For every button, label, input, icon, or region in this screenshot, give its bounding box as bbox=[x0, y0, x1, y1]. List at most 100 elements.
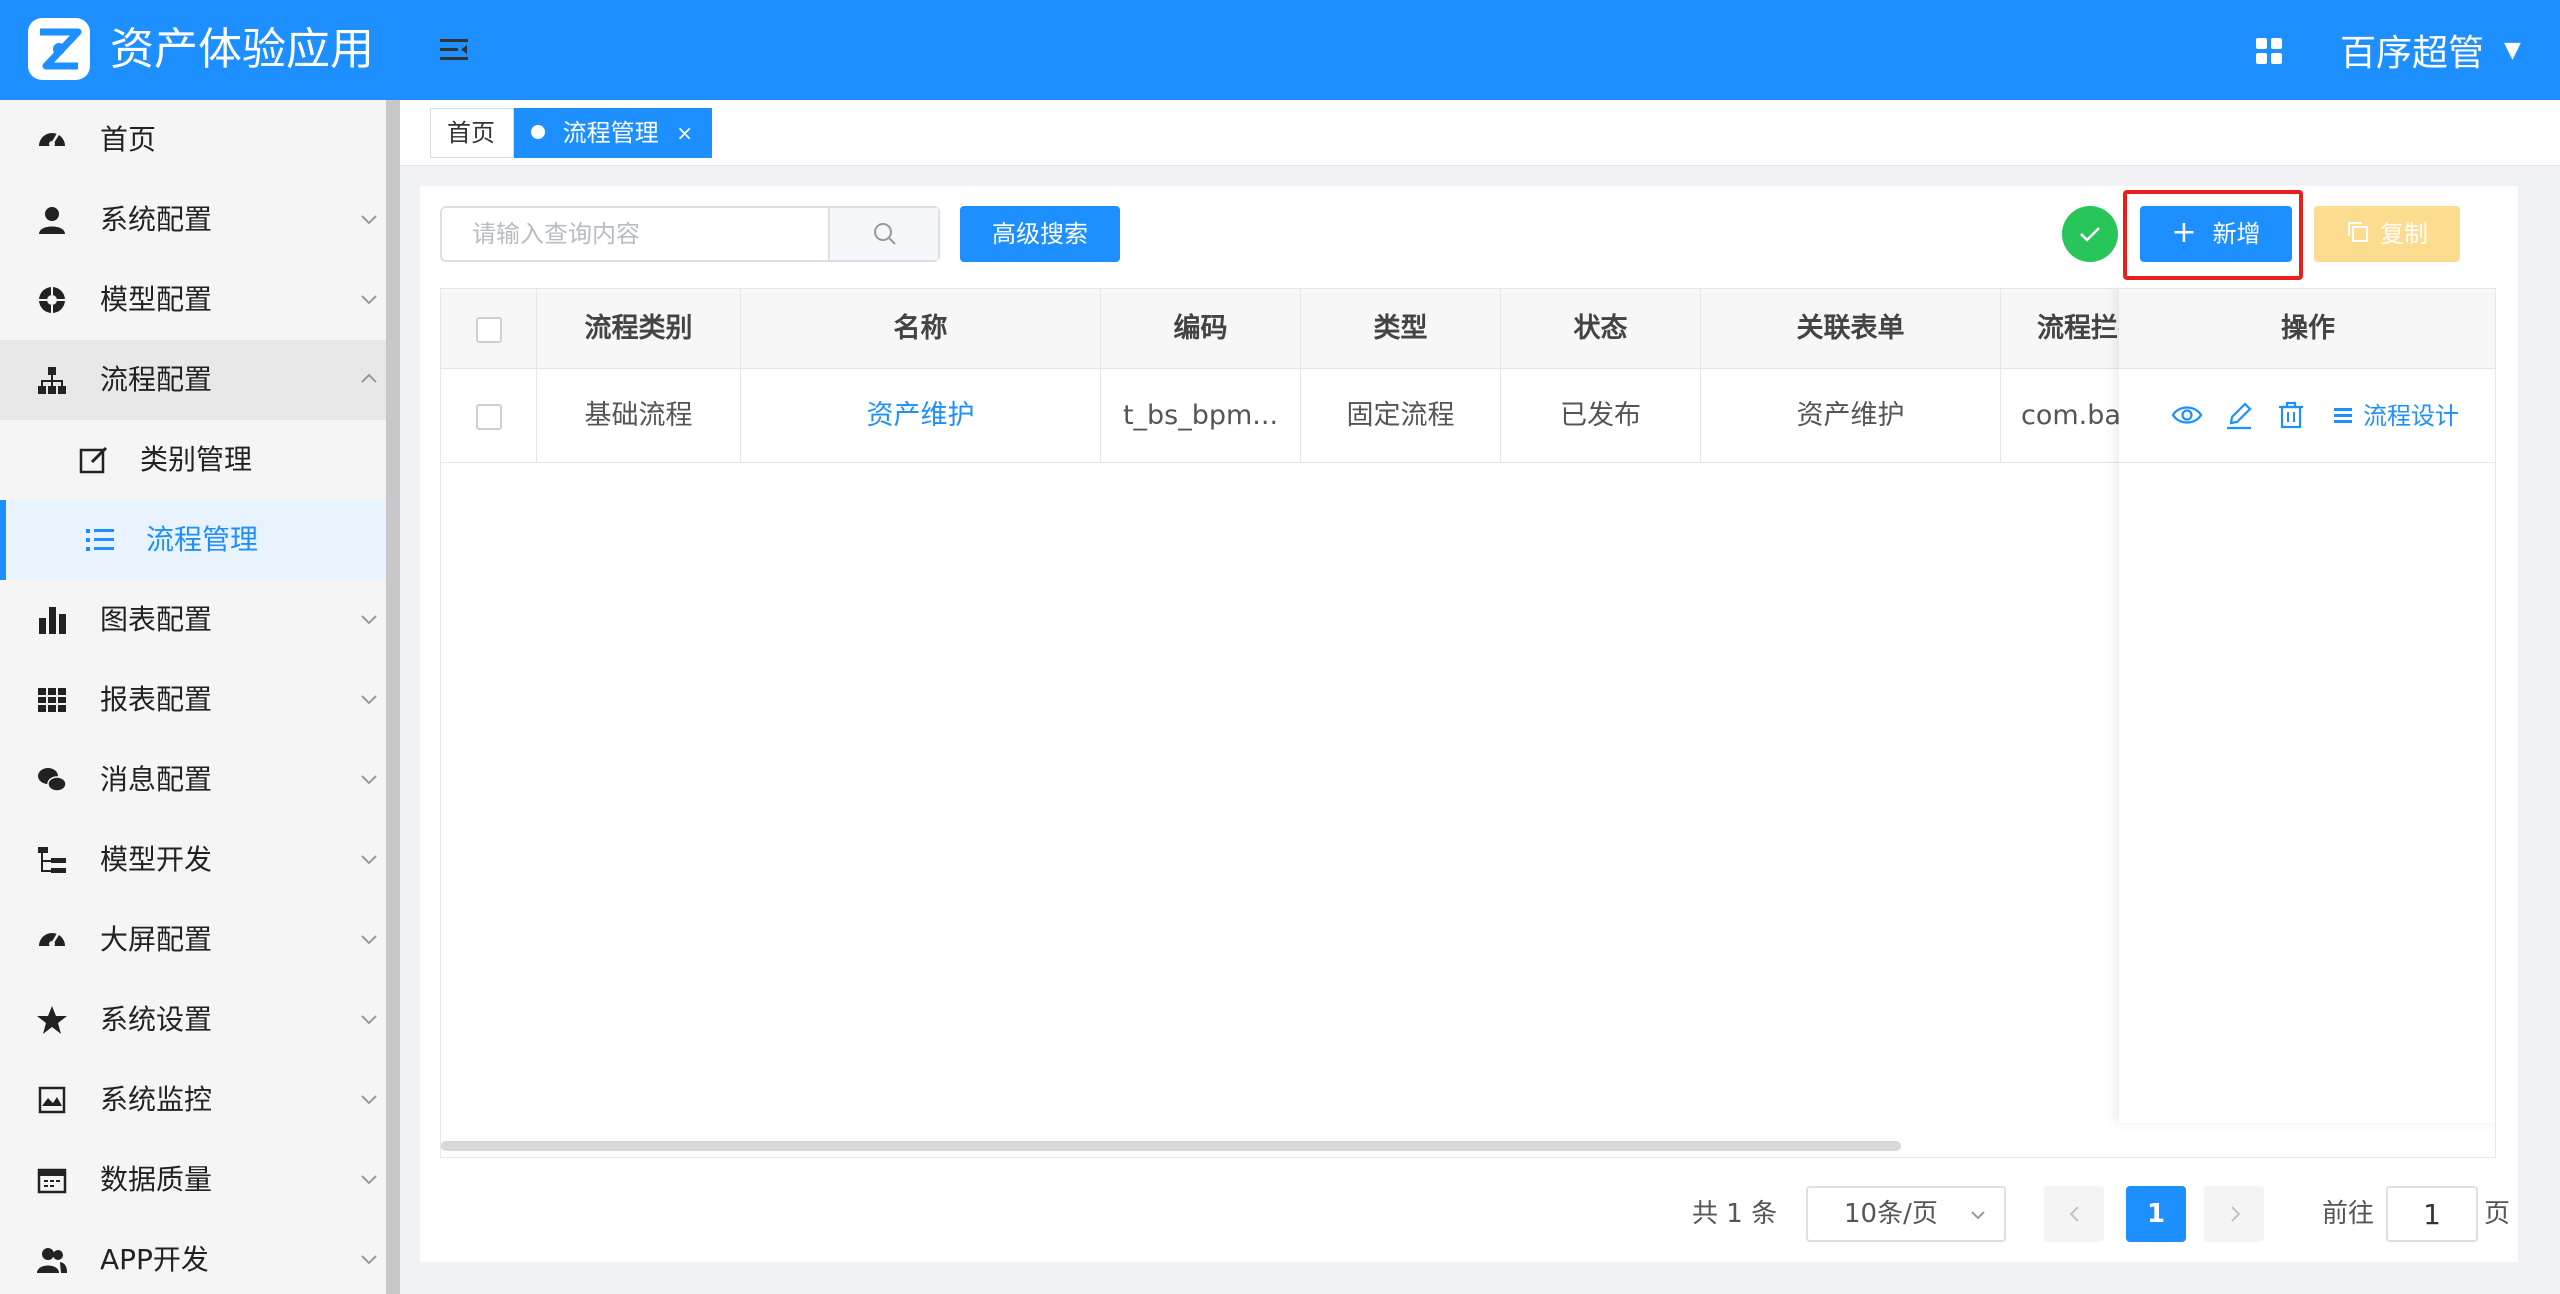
list-icon bbox=[86, 529, 114, 551]
chevron-up-icon bbox=[361, 373, 377, 383]
goto-label: 前往 bbox=[2322, 1199, 2375, 1229]
table-horizontal-scrollbar[interactable] bbox=[441, 1141, 1901, 1151]
column-header[interactable]: 流程类别 bbox=[537, 289, 741, 369]
sidebar-item-process-config[interactable]: 流程配置 bbox=[0, 340, 386, 420]
page-size-value: 10条/页 bbox=[1844, 1199, 1938, 1229]
sidebar-item-model-dev[interactable]: 模型开发 bbox=[0, 820, 386, 900]
sidebar-item-label: 报表配置 bbox=[100, 683, 213, 716]
chevron-down-icon bbox=[1971, 1211, 1985, 1220]
top-header: 资产体验应用 百序超管 ▼ bbox=[0, 0, 2560, 100]
dashboard-icon bbox=[39, 133, 65, 147]
chevron-down-icon bbox=[361, 1095, 377, 1105]
chevron-left-icon bbox=[2069, 1206, 2079, 1222]
goto-page-input[interactable] bbox=[2386, 1186, 2478, 1242]
copy-button-label: 复制 bbox=[2380, 220, 2428, 248]
chevron-down-icon bbox=[361, 695, 377, 705]
monitor-icon bbox=[38, 1086, 66, 1114]
sidebar-item-message-config[interactable]: 消息配置 bbox=[0, 740, 386, 820]
check-icon bbox=[2080, 227, 2100, 242]
sidebar-item-report-config[interactable]: 报表配置 bbox=[0, 660, 386, 740]
pagination-total: 共 1 条 bbox=[1692, 1199, 1778, 1229]
sidebar-item-label: 系统配置 bbox=[100, 203, 213, 236]
page-number-current[interactable]: 1 bbox=[2126, 1186, 2186, 1242]
chevron-down-icon bbox=[361, 1175, 377, 1185]
sidebar-item-bigscreen-config[interactable]: 大屏配置 bbox=[0, 900, 386, 980]
view-icon[interactable] bbox=[2171, 399, 2203, 431]
sidebar-item-label: 数据质量 bbox=[100, 1163, 213, 1196]
tab-label: 流程管理 bbox=[562, 119, 659, 147]
tabs-bar: 首页 流程管理 × bbox=[400, 100, 2560, 166]
sidebar-item-system-monitor[interactable]: 系统监控 bbox=[0, 1060, 386, 1140]
cell-status: 已发布 bbox=[1501, 369, 1701, 463]
active-dot-icon bbox=[531, 125, 545, 139]
sidebar-item-label: 流程管理 bbox=[146, 523, 259, 556]
select-all-cell bbox=[441, 289, 537, 369]
sidebar-item-label: APP开发 bbox=[100, 1243, 209, 1276]
sidebar-item-label: 大屏配置 bbox=[100, 923, 213, 956]
copy-button[interactable]: 复制 bbox=[2314, 206, 2460, 262]
sidebar-item-label: 流程配置 bbox=[100, 363, 213, 396]
search-button[interactable] bbox=[828, 208, 938, 260]
chevron-down-icon bbox=[361, 855, 377, 865]
chevron-down-icon bbox=[361, 295, 377, 305]
column-header[interactable]: 类型 bbox=[1301, 289, 1501, 369]
column-header[interactable]: 名称 bbox=[741, 289, 1101, 369]
sidebar-item-system-config[interactable]: 系统配置 bbox=[0, 180, 386, 260]
cell-name-link[interactable]: 资产维护 bbox=[741, 369, 1101, 463]
confirm-check-button[interactable] bbox=[2062, 206, 2118, 262]
tab-process-management[interactable]: 流程管理 × bbox=[514, 108, 712, 158]
sidebar-collapse-icon[interactable] bbox=[436, 32, 472, 68]
apps-grid-icon[interactable] bbox=[2254, 36, 2284, 66]
process-design-link[interactable]: 流程设计 bbox=[2333, 369, 2459, 463]
sidebar-item-process-management[interactable]: 流程管理 bbox=[0, 500, 386, 580]
sidebar-item-system-settings[interactable]: 系统设置 bbox=[0, 980, 386, 1060]
sidebar-item-app-dev[interactable]: APP开发 bbox=[0, 1220, 386, 1294]
chevron-down-icon bbox=[361, 1255, 377, 1265]
chevron-down-icon bbox=[361, 775, 377, 785]
copy-icon bbox=[2348, 222, 2368, 242]
search-input[interactable] bbox=[442, 208, 828, 260]
user-icon bbox=[39, 207, 65, 234]
prev-page-button[interactable] bbox=[2044, 1186, 2104, 1242]
column-header: 操作 bbox=[2119, 289, 2495, 369]
next-page-button[interactable] bbox=[2204, 1186, 2264, 1242]
sidebar-scrollbar[interactable] bbox=[386, 100, 400, 1294]
page-size-select[interactable]: 10条/页 bbox=[1806, 1186, 2006, 1242]
operations-cell: 流程设计 bbox=[2119, 369, 2495, 463]
close-icon[interactable]: × bbox=[676, 109, 693, 157]
sidebar-item-model-config[interactable]: 模型配置 bbox=[0, 260, 386, 340]
row-checkbox[interactable] bbox=[475, 403, 502, 430]
sidebar-item-label: 首页 bbox=[100, 123, 157, 156]
caret-down-icon: ▼ bbox=[2504, 37, 2521, 63]
sidebar-item-label: 图表配置 bbox=[100, 603, 213, 636]
column-header[interactable]: 关联表单 bbox=[1701, 289, 2001, 369]
column-header[interactable]: 编码 bbox=[1101, 289, 1301, 369]
calendar-icon bbox=[37, 1168, 67, 1194]
sidebar-item-label: 系统监控 bbox=[100, 1083, 213, 1116]
chevron-right-icon bbox=[2231, 1206, 2241, 1222]
sidebar-item-data-quality[interactable]: 数据质量 bbox=[0, 1140, 386, 1220]
add-button[interactable]: + 新增 bbox=[2140, 206, 2292, 262]
sidebar-item-home[interactable]: 首页 bbox=[0, 100, 386, 180]
tab-home[interactable]: 首页 bbox=[430, 108, 514, 158]
sidebar-item-chart-config[interactable]: 图表配置 bbox=[0, 580, 386, 660]
main-content: 高级搜索 + 新增 复制 流程类别 名称 编码 类型 状态 关联表单 流程拦截 基… bbox=[420, 186, 2518, 1262]
delete-icon[interactable] bbox=[2275, 399, 2307, 431]
goto-suffix: 页 bbox=[2484, 1199, 2511, 1229]
sidebar-item-label: 模型配置 bbox=[100, 283, 213, 316]
chevron-down-icon bbox=[361, 615, 377, 625]
advanced-search-button[interactable]: 高级搜索 bbox=[960, 206, 1120, 262]
cell-type: 固定流程 bbox=[1301, 369, 1501, 463]
user-menu[interactable]: 百序超管 ▼ bbox=[2340, 22, 2521, 78]
add-button-label: 新增 bbox=[2212, 220, 2261, 248]
dashboard-icon bbox=[39, 933, 65, 947]
bar-chart-icon bbox=[39, 607, 66, 634]
column-header[interactable]: 状态 bbox=[1501, 289, 1701, 369]
cell-form: 资产维护 bbox=[1701, 369, 2001, 463]
process-table: 流程类别 名称 编码 类型 状态 关联表单 流程拦截 基础流程 资产维护 t_b… bbox=[440, 288, 2496, 1158]
sidebar-item-category-management[interactable]: 类别管理 bbox=[0, 420, 386, 500]
user-name: 百序超管 bbox=[2340, 33, 2485, 74]
edit-icon[interactable] bbox=[2223, 399, 2255, 431]
process-design-label: 流程设计 bbox=[2363, 402, 2459, 430]
select-all-checkbox[interactable] bbox=[475, 316, 502, 343]
